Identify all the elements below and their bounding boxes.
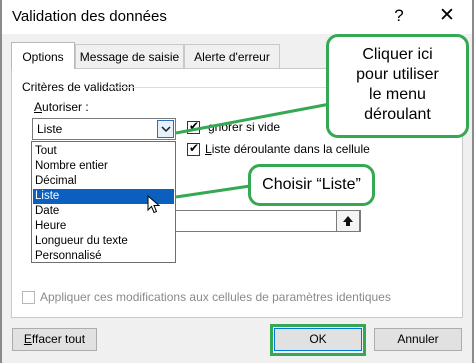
help-button[interactable]: ? xyxy=(388,6,410,26)
dropdown-button[interactable] xyxy=(157,120,174,138)
tab-message-de-saisie[interactable]: Message de saisie xyxy=(75,44,184,68)
tab-options[interactable]: Options xyxy=(11,42,75,69)
autoriser-select[interactable]: Liste xyxy=(32,118,176,140)
autoriser-label-text: utoriser : xyxy=(42,100,89,114)
option-heure[interactable]: Heure xyxy=(33,219,174,234)
option-nombre-entier[interactable]: Nombre entier xyxy=(33,159,174,174)
apply-all-checkbox[interactable] xyxy=(22,291,35,304)
dropdown-in-cell-label-text: iste déroulante dans la cellule xyxy=(211,142,370,156)
callout-top-line: déroulant xyxy=(364,106,431,123)
title-bar: Validation des données ? ✕ xyxy=(2,0,472,34)
autoriser-accel: A xyxy=(34,100,43,114)
ignore-empty-label: gnorer si vide xyxy=(208,120,281,134)
dropdown-in-cell-checkbox[interactable]: ✔ xyxy=(187,141,200,156)
option-longueur-du-texte[interactable]: Longueur du texte xyxy=(33,234,174,249)
option-personnalise[interactable]: Personnalisé xyxy=(33,249,174,264)
option-tout[interactable]: Tout xyxy=(33,144,174,159)
dropdown-in-cell-accel: L xyxy=(205,142,212,156)
range-picker-button[interactable] xyxy=(336,210,360,232)
clear-all-label: ffacer tout xyxy=(31,332,86,346)
source-input[interactable] xyxy=(176,210,361,232)
autoriser-label: Autoriser : xyxy=(34,100,89,114)
dropdown-in-cell-label: Liste déroulante dans la cellule xyxy=(205,142,370,156)
cancel-button[interactable]: Annuler xyxy=(374,328,462,351)
callout-top-line: pour utiliser xyxy=(356,66,439,83)
close-button[interactable]: ✕ xyxy=(436,4,458,27)
mouse-cursor-icon xyxy=(147,195,161,214)
callout-top-line: Cliquer ici xyxy=(362,46,433,63)
callout-top-line: le menu xyxy=(369,86,426,103)
callout-top: Cliquer ici pour utiliser le menu déroul… xyxy=(326,34,469,138)
apply-all-label: Appliquer ces modifications aux cellules… xyxy=(40,290,391,304)
checkmark-icon: ✔ xyxy=(189,141,200,155)
checkmark-icon: ✔ xyxy=(189,119,200,133)
window-border-left xyxy=(0,0,2,363)
callout-middle: Choisir “Liste” xyxy=(248,164,375,206)
callout-middle-text: Choisir “Liste” xyxy=(262,176,361,193)
collapse-dialog-icon xyxy=(343,216,353,226)
tab-alerte-erreur[interactable]: Alerte d'erreur xyxy=(184,44,280,68)
option-decimal[interactable]: Décimal xyxy=(33,174,174,189)
select-value: Liste xyxy=(37,122,63,136)
clear-all-button[interactable]: Effacer tout xyxy=(12,328,97,351)
ignore-empty-checkbox[interactable]: ✔ xyxy=(187,119,200,134)
clear-all-accel: E xyxy=(23,332,32,346)
ok-button-highlight xyxy=(270,324,366,356)
chevron-down-icon xyxy=(161,126,171,133)
dialog-title: Validation des données xyxy=(12,8,167,25)
